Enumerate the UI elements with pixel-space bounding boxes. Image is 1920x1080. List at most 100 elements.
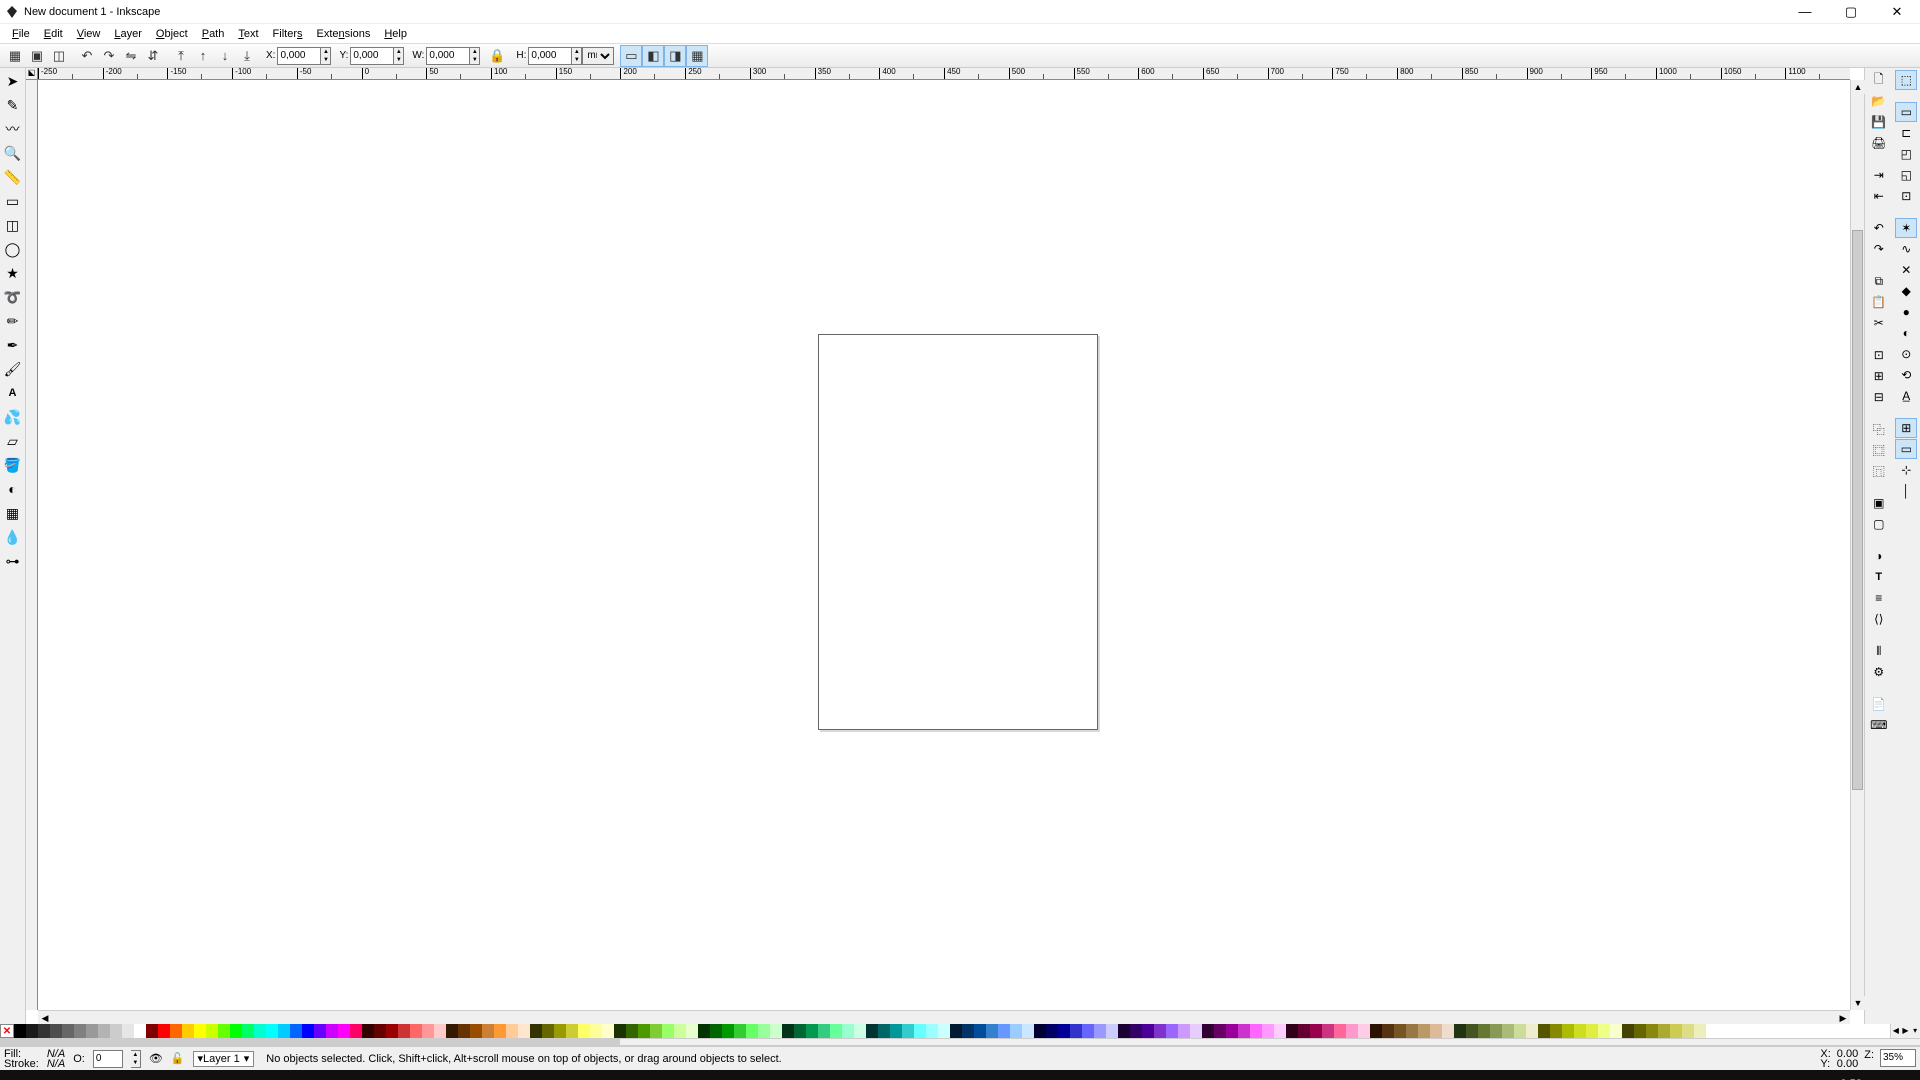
undo-button[interactable]: ↶ xyxy=(1868,218,1890,238)
color-swatch[interactable] xyxy=(1394,1024,1406,1038)
color-swatch[interactable] xyxy=(1202,1024,1214,1038)
color-swatch[interactable] xyxy=(590,1024,602,1038)
color-swatch[interactable] xyxy=(1526,1024,1538,1038)
y-spinner[interactable]: ▲▼ xyxy=(394,47,404,65)
deselect-button[interactable]: ◫ xyxy=(48,45,70,67)
duplicate-button[interactable]: ⿻ xyxy=(1868,419,1890,439)
color-swatch[interactable] xyxy=(1454,1024,1466,1038)
color-swatch[interactable] xyxy=(50,1024,62,1038)
color-swatch[interactable] xyxy=(1538,1024,1550,1038)
palette-scrollbar[interactable] xyxy=(0,1038,1920,1046)
canvas[interactable] xyxy=(38,80,1850,1010)
menu-file[interactable]: File xyxy=(6,26,36,42)
w-input[interactable] xyxy=(426,47,470,65)
taskbar-firefox[interactable]: 🦊 xyxy=(482,1070,530,1080)
bucket-tool[interactable]: 🪣 xyxy=(2,454,24,476)
color-swatch[interactable] xyxy=(542,1024,554,1038)
color-swatch[interactable] xyxy=(434,1024,446,1038)
color-swatch[interactable] xyxy=(626,1024,638,1038)
transform-gradient-toggle[interactable]: ◨ xyxy=(664,45,686,67)
zoom-page-button[interactable]: ⊞ xyxy=(1868,366,1890,386)
color-swatch[interactable] xyxy=(794,1024,806,1038)
color-swatch[interactable] xyxy=(506,1024,518,1038)
color-swatch[interactable] xyxy=(902,1024,914,1038)
color-swatch[interactable] xyxy=(1466,1024,1478,1038)
color-swatch[interactable] xyxy=(962,1024,974,1038)
print-button[interactable]: 🖨 xyxy=(1868,133,1890,153)
calligraphy-tool[interactable]: 🖌 xyxy=(2,358,24,380)
raise-button[interactable]: ↑ xyxy=(192,45,214,67)
color-swatch[interactable] xyxy=(1094,1024,1106,1038)
mesh-tool[interactable]: ▦ xyxy=(2,502,24,524)
color-swatch[interactable] xyxy=(842,1024,854,1038)
layer-lock-toggle[interactable]: 🔓 xyxy=(171,1052,185,1065)
color-swatch[interactable] xyxy=(374,1024,386,1038)
color-swatch[interactable] xyxy=(338,1024,350,1038)
color-swatch[interactable] xyxy=(1190,1024,1202,1038)
color-swatch[interactable] xyxy=(998,1024,1010,1038)
color-swatch[interactable] xyxy=(1406,1024,1418,1038)
bezier-tool[interactable]: ✒ xyxy=(2,334,24,356)
color-swatch[interactable] xyxy=(1550,1024,1562,1038)
open-doc-button[interactable]: 📂 xyxy=(1868,91,1890,111)
color-swatch[interactable] xyxy=(290,1024,302,1038)
start-button[interactable]: ⊞ xyxy=(2,1070,50,1080)
snap-bbox-corner-toggle[interactable]: ◰ xyxy=(1895,144,1917,164)
taskbar-app4[interactable]: 🔄 xyxy=(386,1070,434,1080)
color-swatch[interactable] xyxy=(218,1024,230,1038)
scroll-left-arrow[interactable]: ◀ xyxy=(38,1011,52,1025)
transform-corners-toggle[interactable]: ◧ xyxy=(642,45,664,67)
color-swatch[interactable] xyxy=(1634,1024,1646,1038)
color-swatch[interactable] xyxy=(362,1024,374,1038)
color-swatch[interactable] xyxy=(230,1024,242,1038)
color-swatch[interactable] xyxy=(278,1024,290,1038)
node-tool[interactable]: ✎ xyxy=(2,94,24,116)
snap-smooth-toggle[interactable]: ● xyxy=(1895,302,1917,322)
transform-stroke-toggle[interactable]: ▭ xyxy=(620,45,642,67)
x-spinner[interactable]: ▲▼ xyxy=(321,47,331,65)
color-swatch[interactable] xyxy=(1502,1024,1514,1038)
color-swatch[interactable] xyxy=(890,1024,902,1038)
color-swatch[interactable] xyxy=(98,1024,110,1038)
text-dialog-button[interactable]: T xyxy=(1868,567,1890,587)
zoom-fit-button[interactable]: ⊡ xyxy=(1868,345,1890,365)
snap-grid-toggle[interactable]: ⊹ xyxy=(1895,460,1917,480)
snap-bbox-edge-toggle[interactable]: ⊏ xyxy=(1895,123,1917,143)
color-swatch[interactable] xyxy=(1490,1024,1502,1038)
doc-props-button[interactable]: 📄 xyxy=(1868,694,1890,714)
snap-node-toggle[interactable]: ✶ xyxy=(1895,218,1917,238)
taskbar-notepad[interactable]: 📝 xyxy=(674,1070,722,1080)
taskbar-word[interactable]: 📘 xyxy=(722,1070,770,1080)
snap-path-toggle[interactable]: ∿ xyxy=(1895,239,1917,259)
color-swatch[interactable] xyxy=(266,1024,278,1038)
zoom-tool[interactable]: 🔍 xyxy=(2,142,24,164)
scroll-down-arrow[interactable]: ▼ xyxy=(1851,996,1865,1010)
color-swatch[interactable] xyxy=(494,1024,506,1038)
w-spinner[interactable]: ▲▼ xyxy=(470,47,480,65)
y-input[interactable] xyxy=(350,47,394,65)
color-swatch[interactable] xyxy=(242,1024,254,1038)
gradient-tool[interactable]: ◐ xyxy=(2,478,24,500)
color-swatch[interactable] xyxy=(38,1024,50,1038)
new-doc-button[interactable]: 🗋 xyxy=(1868,70,1890,90)
color-swatch[interactable] xyxy=(1058,1024,1070,1038)
color-swatch[interactable] xyxy=(686,1024,698,1038)
color-swatch[interactable] xyxy=(422,1024,434,1038)
color-swatch[interactable] xyxy=(782,1024,794,1038)
color-swatch[interactable] xyxy=(446,1024,458,1038)
zoom-drawing-button[interactable]: ⊟ xyxy=(1868,387,1890,407)
color-swatch[interactable] xyxy=(1418,1024,1430,1038)
clone-button[interactable]: ⿴ xyxy=(1868,440,1890,460)
color-swatch[interactable] xyxy=(1262,1024,1274,1038)
fill-stroke-button[interactable]: ◑ xyxy=(1868,546,1890,566)
xml-editor-button[interactable]: ⟨⟩ xyxy=(1868,609,1890,629)
export-button[interactable]: ⇤ xyxy=(1868,186,1890,206)
color-swatch[interactable] xyxy=(1670,1024,1682,1038)
color-swatch[interactable] xyxy=(122,1024,134,1038)
color-swatch[interactable] xyxy=(1478,1024,1490,1038)
h-input[interactable] xyxy=(528,47,572,65)
color-swatch[interactable] xyxy=(866,1024,878,1038)
taskbar-chrome[interactable]: 🟢 xyxy=(194,1070,242,1080)
color-swatch[interactable] xyxy=(1010,1024,1022,1038)
flip-h-button[interactable]: ⇋ xyxy=(120,45,142,67)
